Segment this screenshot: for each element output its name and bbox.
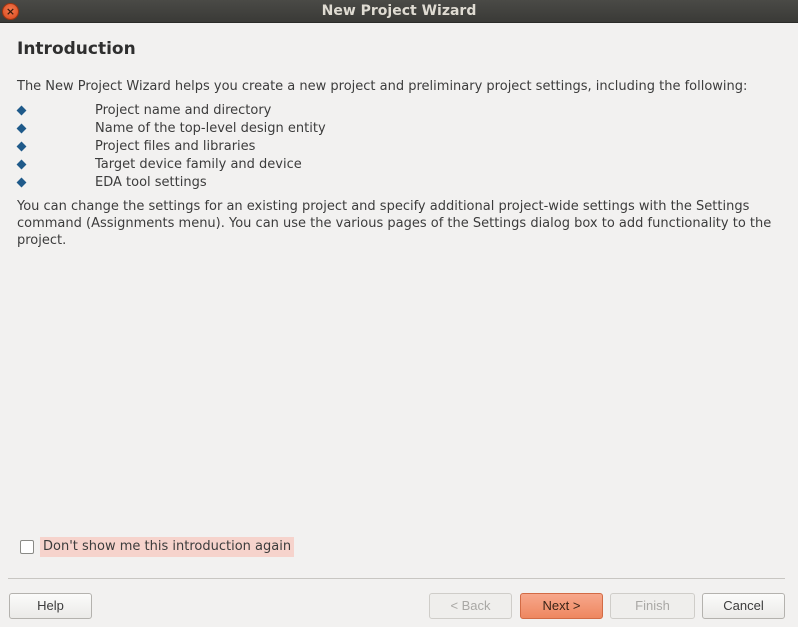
back-button: < Back — [429, 593, 512, 619]
settings-list: Project name and directory Name of the t… — [16, 102, 717, 192]
list-item-label: Project name and directory — [95, 103, 272, 118]
finish-button: Finish — [610, 593, 695, 619]
list-item-label: Target device family and device — [95, 157, 302, 172]
help-button[interactable]: Help — [9, 593, 92, 619]
next-button[interactable]: Next > — [520, 593, 603, 619]
cancel-button[interactable]: Cancel — [702, 593, 785, 619]
window-title: New Project Wizard — [321, 3, 477, 19]
diamond-bullet-icon — [16, 105, 27, 116]
list-item-label: EDA tool settings — [95, 175, 207, 190]
list-item: EDA tool settings — [16, 174, 717, 192]
list-item-label: Name of the top-level design entity — [95, 121, 326, 136]
page-heading: Introduction — [17, 39, 136, 59]
list-item: Name of the top-level design entity — [16, 120, 717, 138]
divider — [8, 578, 785, 579]
dont-show-again-label[interactable]: Don't show me this introduction again — [40, 537, 295, 557]
title-bar: × New Project Wizard — [0, 0, 798, 23]
diamond-bullet-icon — [16, 159, 27, 170]
list-item: Project files and libraries — [16, 138, 717, 156]
list-item: Target device family and device — [16, 156, 717, 174]
intro-paragraph: The New Project Wizard helps you create … — [17, 79, 748, 94]
list-item-label: Project files and libraries — [95, 139, 256, 154]
dont-show-again-checkbox[interactable] — [20, 540, 34, 554]
diamond-bullet-icon — [16, 123, 27, 134]
diamond-bullet-icon — [16, 177, 27, 188]
diamond-bullet-icon — [16, 141, 27, 152]
list-item: Project name and directory — [16, 102, 717, 120]
settings-paragraph: You can change the settings for an exist… — [17, 199, 772, 248]
